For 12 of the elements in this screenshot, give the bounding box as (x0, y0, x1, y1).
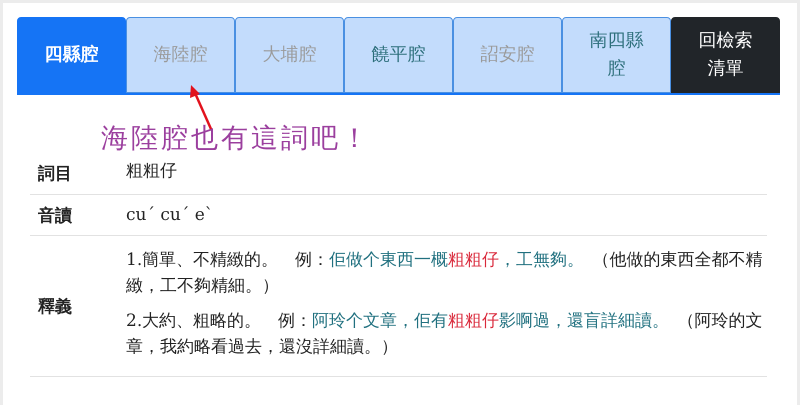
dialect-tab[interactable]: 四縣腔 (17, 17, 126, 93)
back-to-list-button[interactable]: 回檢索清單 (671, 17, 780, 93)
dialect-tab[interactable]: 南四縣腔 (562, 17, 671, 93)
definition-text: 2.大約、粗略的。 例：阿玲个文章，佢有粗粗仔影啊過，還盲詳細讀。 （阿玲的文章，我約略看過去，還沒詳細讀。） (126, 310, 764, 358)
field-label: 音讀 (37, 204, 73, 226)
field-label: 詞目 (36, 163, 73, 185)
field-value: cu´ cu´ e` (126, 205, 214, 225)
field-value: 粗粗仔 (126, 161, 177, 181)
dialect-tab[interactable]: 饒平腔 (344, 17, 453, 93)
field-label: 釋義 (36, 296, 73, 318)
annotation-text: 海陸腔也有這詞吧！ (101, 125, 371, 152)
definition-text: 1.簡單、不精緻的。 例：佢做个東西一概粗粗仔，工無夠。 （他做的東西全都不精緻，工不夠精細。） (126, 249, 764, 298)
